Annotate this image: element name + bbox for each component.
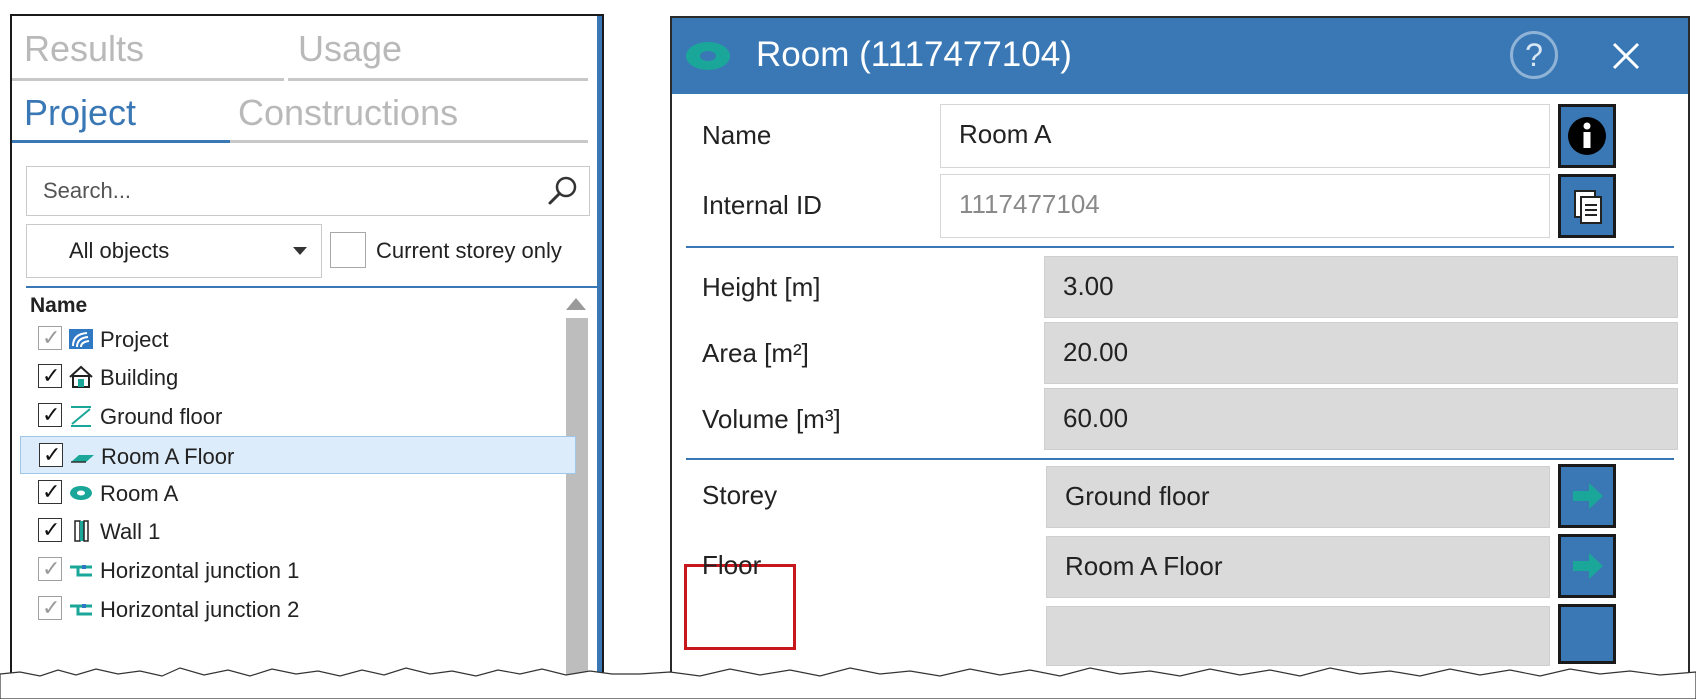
tab-constructions[interactable]: Constructions: [238, 92, 458, 134]
tab-underline-usage: [288, 78, 588, 81]
storey-value: Ground floor: [1065, 481, 1210, 511]
next-row-button[interactable]: [1558, 604, 1616, 664]
current-storey-only-label: Current storey only: [376, 238, 562, 263]
tree-item-checkbox[interactable]: ✓: [38, 403, 62, 427]
tab-usage[interactable]: Usage: [298, 28, 402, 70]
height-label: Height [m]: [702, 272, 821, 302]
area-value: 20.00: [1063, 337, 1129, 367]
junction-icon: [70, 604, 92, 616]
storey-icon: [71, 406, 91, 427]
chevron-down-icon: [293, 247, 307, 255]
copy-icon: [1574, 190, 1602, 224]
dialog-titlebar: Room (1117477104) ?: [672, 18, 1688, 94]
help-button[interactable]: ?: [1510, 31, 1558, 79]
tree-item-checkbox: ✓: [38, 326, 62, 350]
tree-item-horizontal-junction-1[interactable]: ✓ Horizontal junction 1: [20, 551, 576, 589]
go-to-storey-button[interactable]: [1558, 464, 1616, 528]
info-icon: [1568, 117, 1606, 155]
object-tree-panel: Results Usage Project Constructions All …: [10, 14, 604, 676]
close-icon[interactable]: [1606, 36, 1646, 76]
arrow-right-icon: [1573, 483, 1603, 509]
tree-item-label: Ground floor: [100, 404, 223, 429]
tab-underline-results: [12, 78, 284, 81]
floor-value: Room A Floor: [1065, 551, 1223, 581]
internal-id-input[interactable]: [957, 188, 1521, 221]
tree-item-label: Project: [100, 327, 169, 352]
volume-field[interactable]: 60.00: [1044, 388, 1678, 450]
tree-item-room-a-floor[interactable]: ✓ Room A Floor: [20, 436, 576, 474]
project-icon: [69, 329, 93, 349]
tree-item-building[interactable]: ✓ Building: [20, 358, 576, 396]
tab-underline-constructions: [230, 140, 588, 143]
tab-underline-project: [12, 140, 230, 143]
tree-item-label: Room A Floor: [101, 444, 235, 469]
search-icon[interactable]: [547, 175, 579, 207]
section-separator: [686, 246, 1674, 248]
room-properties-dialog: Room (1117477104) ? Name Internal ID Hei: [670, 16, 1690, 682]
info-button[interactable]: [1558, 104, 1616, 168]
search-input[interactable]: [41, 177, 525, 205]
object-filter-dropdown[interactable]: All objects: [26, 224, 322, 278]
storey-label: Storey: [702, 480, 778, 510]
tree-item-horizontal-junction-2[interactable]: ✓ Horizontal junction 2: [20, 590, 576, 628]
tree-item-wall-1[interactable]: ✓ Wall 1: [20, 512, 576, 550]
tree-item-ground-floor[interactable]: ✓ Ground floor: [20, 397, 576, 435]
tree-item-checkbox[interactable]: ✓: [38, 480, 62, 504]
tree-item-checkbox: ✓: [38, 557, 62, 581]
name-column-header: Name: [30, 294, 88, 317]
name-label: Name: [702, 120, 772, 150]
tree-item-label: Wall 1: [100, 519, 161, 544]
tree-item-checkbox: ✓: [38, 596, 62, 620]
object-filter-value: All objects: [69, 238, 170, 263]
torn-edge: [0, 667, 1696, 699]
area-field[interactable]: 20.00: [1044, 322, 1678, 384]
tab-project[interactable]: Project: [24, 92, 136, 134]
internal-id-label: Internal ID: [702, 190, 822, 220]
height-value: 3.00: [1063, 271, 1114, 301]
name-field: [940, 104, 1550, 168]
name-input[interactable]: [957, 118, 1521, 151]
section-separator: [686, 458, 1674, 460]
floor-field[interactable]: Room A Floor: [1046, 536, 1550, 598]
volume-value: 60.00: [1063, 403, 1129, 433]
volume-label: Volume [m³]: [702, 404, 841, 434]
tree-item-checkbox[interactable]: ✓: [38, 364, 62, 388]
internal-id-field: [940, 174, 1550, 238]
dialog-title: Room (1117477104): [756, 35, 1072, 74]
wall-icon: [74, 520, 89, 542]
arrow-right-icon: [1573, 553, 1603, 579]
tree-item-label: Horizontal junction 1: [100, 558, 300, 583]
building-icon: [69, 365, 93, 388]
panel-right-edge: [597, 16, 602, 676]
floor-label: Floor: [702, 550, 762, 580]
go-to-floor-button[interactable]: [1558, 534, 1616, 598]
room-icon: [70, 486, 92, 500]
floor-icon: [71, 455, 94, 463]
tree-item-label: Room A: [100, 481, 179, 506]
tree-item-project[interactable]: ✓ Project: [20, 320, 576, 358]
room-icon: [686, 42, 730, 70]
tree-item-room-a[interactable]: ✓ Room A: [20, 474, 576, 512]
tree-item-label: Horizontal junction 2: [100, 597, 300, 622]
tab-results[interactable]: Results: [24, 28, 144, 70]
tree-item-checkbox[interactable]: ✓: [39, 443, 63, 467]
tree-item-label: Building: [100, 365, 179, 390]
scroll-up-icon[interactable]: [566, 298, 586, 310]
filter-divider: [26, 286, 601, 288]
search-box: [26, 166, 590, 216]
next-field[interactable]: [1046, 606, 1550, 666]
junction-icon: [70, 565, 92, 577]
height-field[interactable]: 3.00: [1044, 256, 1678, 318]
storey-field[interactable]: Ground floor: [1046, 466, 1550, 528]
copy-id-button[interactable]: [1558, 174, 1616, 238]
area-label: Area [m²]: [702, 338, 809, 368]
current-storey-only-checkbox[interactable]: [330, 232, 366, 268]
tree-item-checkbox[interactable]: ✓: [38, 518, 62, 542]
